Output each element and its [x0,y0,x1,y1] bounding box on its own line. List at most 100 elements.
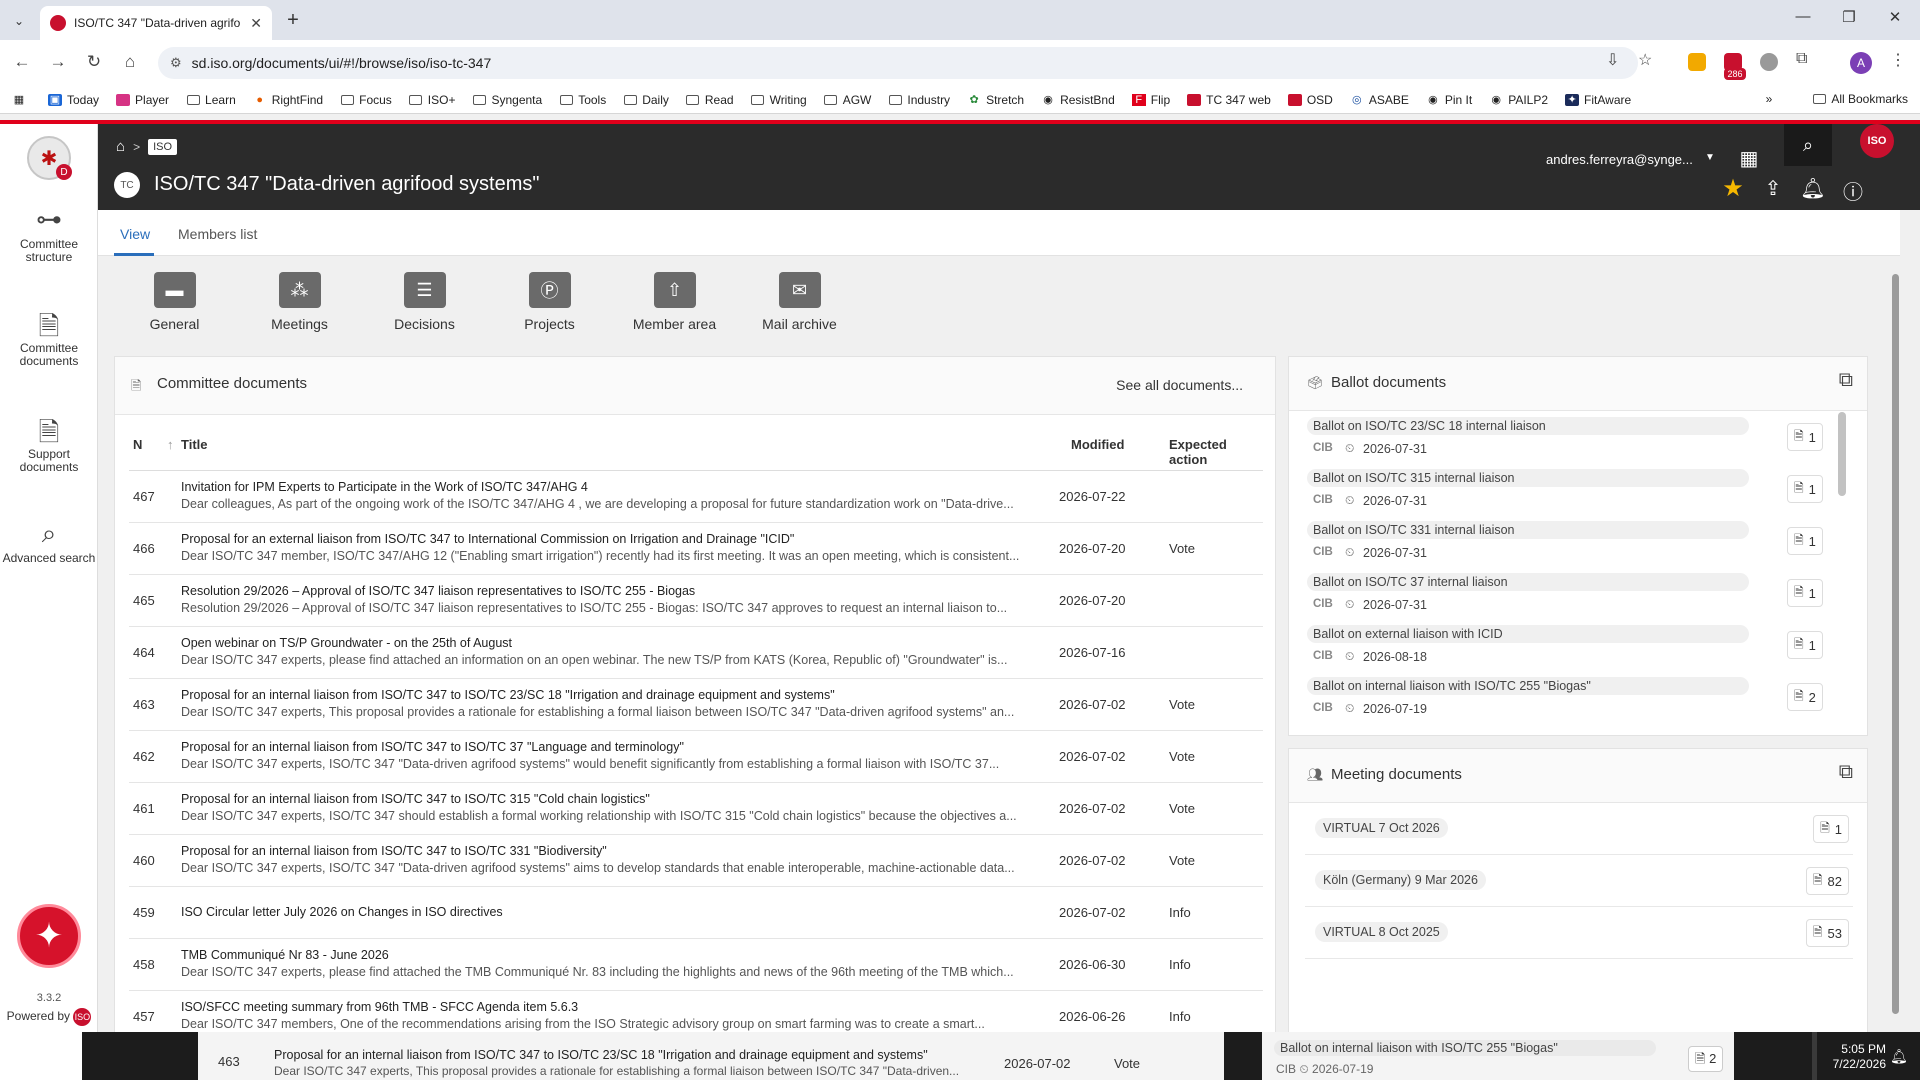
document-count-button[interactable]: 🗎 1 [1787,527,1823,555]
bookmark-stretch[interactable]: ✿ Stretch [967,93,1024,107]
column-n[interactable]: N [133,437,142,452]
row-title[interactable]: Proposal for an internal liaison from IS… [181,792,1031,806]
bookmark-resistbnd[interactable]: ◉ ResistBnd [1041,93,1115,107]
column-expected-action[interactable]: Expected action [1169,437,1263,467]
bookmark-osd[interactable]: OSD [1287,93,1333,107]
table-row[interactable]: 465 Resolution 29/2026 – Approval of ISO/… [129,575,1263,627]
sidebar-item-support-documents[interactable]: 🗎 Support documents [0,414,98,474]
bookmark-star-icon[interactable]: ☆ [1638,50,1652,70]
quicklink-general[interactable]: ▬ General [112,272,237,332]
taskbar-window-thumb[interactable] [0,1032,82,1080]
bookmark-learn[interactable]: Learn [186,93,236,107]
notification-bell-icon[interactable]: 🔔︎ [1800,176,1826,201]
install-app-icon[interactable]: ⇩ [1606,50,1619,70]
meeting-item[interactable]: VIRTUAL 8 Oct 2025 🗎 53 [1305,907,1853,959]
info-icon[interactable]: ⓘ [1840,176,1866,205]
share-icon[interactable]: ⇪ [1760,176,1786,201]
bookmark-agw[interactable]: AGW [824,93,871,107]
ballot-title[interactable]: Ballot on ISO/TC 331 internal liaison [1307,521,1749,539]
browser-tab-active[interactable]: ISO/TC 347 "Data-driven agrifo ✕ [40,6,272,40]
bookmark-focus[interactable]: Focus [340,93,392,107]
profile-avatar[interactable]: A [1850,52,1872,74]
bookmark-daily[interactable]: Daily [623,93,669,107]
column-title[interactable]: Title [181,437,208,452]
bookmark-read[interactable]: Read [686,93,734,107]
ballot-scrollbar[interactable] [1838,412,1846,496]
new-tab-icon[interactable]: + [282,9,304,32]
ballot-title[interactable]: Ballot on ISO/TC 23/SC 18 internal liais… [1307,417,1749,435]
notification-bell-icon[interactable]: 🔔︎ [1890,1048,1908,1065]
sort-arrow-up-icon[interactable]: ↑ [167,437,174,452]
ballot-title[interactable]: Ballot on ISO/TC 37 internal liaison [1307,573,1749,591]
home-icon[interactable]: ⌂ [116,138,125,155]
page-scrollbar[interactable] [1890,262,1900,1032]
table-row[interactable]: 459 ISO Circular letter July 2026 on Chan… [129,887,1263,939]
reload-icon[interactable]: ↻ [82,52,106,72]
search-icon[interactable]: ⌕ [1784,124,1832,166]
tab-view[interactable]: View [120,226,150,242]
meeting-title[interactable]: VIRTUAL 8 Oct 2025 [1315,922,1448,942]
table-row[interactable]: 458 TMB Communiqué Nr 83 - June 2026 Dear … [129,939,1263,991]
close-window-icon[interactable]: ✕ [1880,8,1910,26]
row-title[interactable]: Proposal for an internal liaison from IS… [181,688,1031,702]
bookmark-tools[interactable]: Tools [559,93,606,107]
extension-icon[interactable] [1688,53,1706,71]
back-arrow-icon[interactable]: ← [10,52,34,72]
document-count-button[interactable]: 🗎 1 [1787,423,1823,451]
row-title[interactable]: ISO Circular letter July 2026 on Changes… [181,905,1031,919]
quicklink-projects[interactable]: Ⓟ Projects [487,272,612,332]
bookmark-writing[interactable]: Writing [751,93,807,107]
table-row[interactable]: 467 Invitation for IPM Experts to Partici… [129,471,1263,523]
document-count-button[interactable]: 🗎 82 [1805,867,1849,895]
ballot-item[interactable]: Ballot on internal liaison with ISO/TC 2… [1289,671,1849,723]
ballot-item[interactable]: Ballot on external liaison with ICID CIB ⏲… [1289,619,1849,671]
apps-grid-icon[interactable]: ▦ [12,94,31,106]
bookmark-industry[interactable]: Industry [888,93,950,107]
document-count-button[interactable]: 🗎 53 [1805,919,1849,947]
address-bar[interactable]: ⚙ sd.iso.org/documents/ui/#!/browse/iso/… [158,47,1638,79]
ballot-list[interactable]: Ballot on ISO/TC 23/SC 18 internal liais… [1289,411,1849,723]
document-count-button[interactable]: 🗎 2 [1787,683,1823,711]
open-external-icon[interactable]: ⧉ [1839,761,1853,784]
extension-gray-icon[interactable] [1760,53,1778,71]
restore-icon[interactable]: ❐ [1834,8,1864,26]
apps-grid-icon[interactable]: ▦ [1736,146,1762,171]
see-all-documents-link[interactable]: See all documents... [1116,377,1243,393]
quicklink-decisions[interactable]: ☰ Decisions [362,272,487,332]
scrollbar-thumb[interactable] [1892,274,1899,1014]
bookmark-fitaware[interactable]: ✦ FitAware [1565,93,1631,107]
document-count-button[interactable]: 🗎 1 [1787,579,1823,607]
home-icon[interactable]: ⌂ [118,52,142,72]
row-title[interactable]: Open webinar on TS/P Groundwater - on th… [181,636,1031,650]
ballot-item[interactable]: Ballot on ISO/TC 37 internal liaison CIB ⏲… [1289,567,1849,619]
table-row[interactable]: 466 Proposal for an external liaison from… [129,523,1263,575]
row-title[interactable]: Invitation for IPM Experts to Participat… [181,480,1031,494]
meeting-title[interactable]: Köln (Germany) 9 Mar 2026 [1315,870,1486,890]
forward-arrow-icon[interactable]: → [46,52,70,72]
minimize-icon[interactable]: — [1788,8,1818,25]
meeting-item[interactable]: VIRTUAL 7 Oct 2026 🗎 1 [1305,803,1853,855]
quicklink-meetings[interactable]: ⁂ Meetings [237,272,362,332]
quicklink-member-area[interactable]: ⇧ Member area [612,272,737,332]
bookmark-syngenta[interactable]: Syngenta [472,93,542,107]
bookmark-rightfind[interactable]: ● RightFind [253,93,323,107]
table-row[interactable]: 463 Proposal for an internal liaison from… [129,679,1263,731]
table-row[interactable]: 460 Proposal for an internal liaison from… [129,835,1263,887]
bookmark-pailp2[interactable]: ◉ PAILP2 [1489,93,1548,107]
breadcrumb-iso[interactable]: ISO [148,138,178,155]
open-external-icon[interactable]: ⧉ [1839,369,1853,392]
row-title[interactable]: ISO/SFCC meeting summary from 96th TMB -… [181,1000,1031,1014]
globe-logo-icon[interactable]: ✦ [17,904,81,968]
extensions-puzzle-icon[interactable]: ⧉ [1796,50,1807,68]
table-row[interactable]: 464 Open webinar on TS/P Groundwater - on… [129,627,1263,679]
column-modified[interactable]: Modified [1071,437,1124,452]
bookmark-asabe[interactable]: ◎ ASABE [1350,93,1409,107]
user-menu[interactable]: andres.ferreyra@synge... [1546,152,1693,167]
meeting-item[interactable]: Köln (Germany) 9 Mar 2026 🗎 82 [1305,855,1853,907]
tab-search-chevron-icon[interactable]: ⌄ [8,10,30,32]
ballot-item[interactable]: Ballot on ISO/TC 331 internal liaison CIB… [1289,515,1849,567]
system-clock[interactable]: 5:05 PM 7/22/2026 [1822,1042,1886,1072]
favorite-star-icon[interactable]: ★ [1720,174,1746,203]
quicklink-mail-archive[interactable]: ✉ Mail archive [737,272,862,332]
bookmark-pin-it[interactable]: ◉ Pin It [1426,93,1472,107]
